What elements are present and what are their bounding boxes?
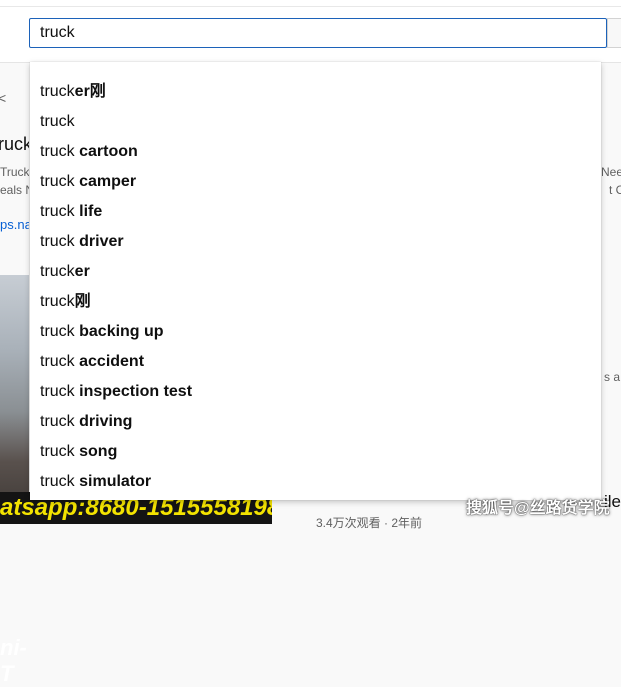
search-button[interactable] bbox=[607, 18, 621, 48]
video-thumbnail[interactable]: ni-T bbox=[0, 275, 29, 686]
suggestion-typed-text: truck bbox=[40, 233, 75, 250]
suggestion-completion-text: 刚 bbox=[74, 293, 91, 310]
thumbnail-text: ni-T bbox=[0, 635, 27, 686]
video-link[interactable]: ps.na bbox=[0, 217, 29, 232]
suggestion-typed-text: truck bbox=[40, 113, 75, 130]
suggestion-typed-text: truck bbox=[40, 173, 75, 190]
suggestion-item[interactable]: trucker刚 bbox=[30, 77, 601, 107]
suggestion-item[interactable]: truck inspection test bbox=[30, 377, 601, 407]
watermark: 搜狐号@丝路货学院 bbox=[466, 500, 610, 517]
video-desc-line: Truck bbox=[0, 165, 29, 179]
video-title-fragment[interactable]: ruck bbox=[0, 134, 29, 155]
suggestion-typed-text: truck bbox=[40, 83, 75, 100]
suggestion-completion-text: cartoon bbox=[74, 143, 138, 160]
suggestion-completion-text: driver bbox=[74, 233, 124, 250]
suggestion-typed-text: truck bbox=[40, 263, 75, 280]
video-desc-line: eals N bbox=[0, 183, 29, 197]
suggestion-completion-text: inspection test bbox=[74, 383, 193, 400]
right-desc-line: Nee bbox=[601, 165, 621, 179]
right-desc-line: t Ca bbox=[609, 183, 621, 197]
suggestion-item[interactable]: truck camper bbox=[30, 167, 601, 197]
suggestion-typed-text: truck bbox=[40, 473, 75, 490]
back-arrow-icon: < bbox=[0, 90, 7, 106]
divider bbox=[0, 6, 621, 7]
suggestion-typed-text: truck bbox=[40, 293, 75, 310]
suggestion-item[interactable]: truck bbox=[30, 107, 601, 137]
suggestion-completion-text: camper bbox=[74, 173, 137, 190]
search-input[interactable] bbox=[29, 18, 607, 48]
video-meta: 3.4万次观看 · 2年前 bbox=[316, 516, 423, 530]
suggestion-completion-text: simulator bbox=[74, 473, 152, 490]
suggestion-typed-text: truck bbox=[40, 383, 75, 400]
suggestion-item[interactable]: truck driver bbox=[30, 227, 601, 257]
background-results-right: Nee t Ca s a h ile bbox=[601, 62, 621, 524]
suggestion-typed-text: truck bbox=[40, 143, 75, 160]
suggestion-typed-text: truck bbox=[40, 323, 75, 340]
suggestion-typed-text: truck bbox=[40, 203, 75, 220]
suggestion-completion-text: driving bbox=[74, 413, 133, 430]
suggestion-completion-text: song bbox=[74, 443, 118, 460]
suggestion-completion-text: life bbox=[74, 203, 103, 220]
suggestion-item[interactable]: truck accident bbox=[30, 347, 601, 377]
suggestion-typed-text: truck bbox=[40, 353, 75, 370]
right-desc-line: s a h bbox=[604, 370, 621, 384]
suggestion-item[interactable]: truck cartoon bbox=[30, 137, 601, 167]
suggestion-completion-text: er刚 bbox=[74, 83, 106, 100]
suggestion-item[interactable]: truck life bbox=[30, 197, 601, 227]
suggestion-item[interactable]: truck simulator bbox=[30, 467, 601, 497]
suggestion-typed-text: truck bbox=[40, 443, 75, 460]
masthead bbox=[0, 0, 621, 63]
suggestion-completion-text: er bbox=[74, 263, 90, 280]
suggestion-item[interactable]: truck backing up bbox=[30, 317, 601, 347]
suggestion-completion-text: accident bbox=[74, 353, 145, 370]
suggestion-item[interactable]: truck刚 bbox=[30, 287, 601, 317]
suggestion-typed-text: truck bbox=[40, 413, 75, 430]
suggestion-item[interactable]: trucker bbox=[30, 257, 601, 287]
search-suggestions-dropdown: trucker刚 truck truck cartoon truck camper tr… bbox=[30, 62, 601, 500]
suggestion-completion-text: backing up bbox=[74, 323, 164, 340]
suggestion-item[interactable]: truck song bbox=[30, 437, 601, 467]
suggestion-item[interactable]: truck driving bbox=[30, 407, 601, 437]
